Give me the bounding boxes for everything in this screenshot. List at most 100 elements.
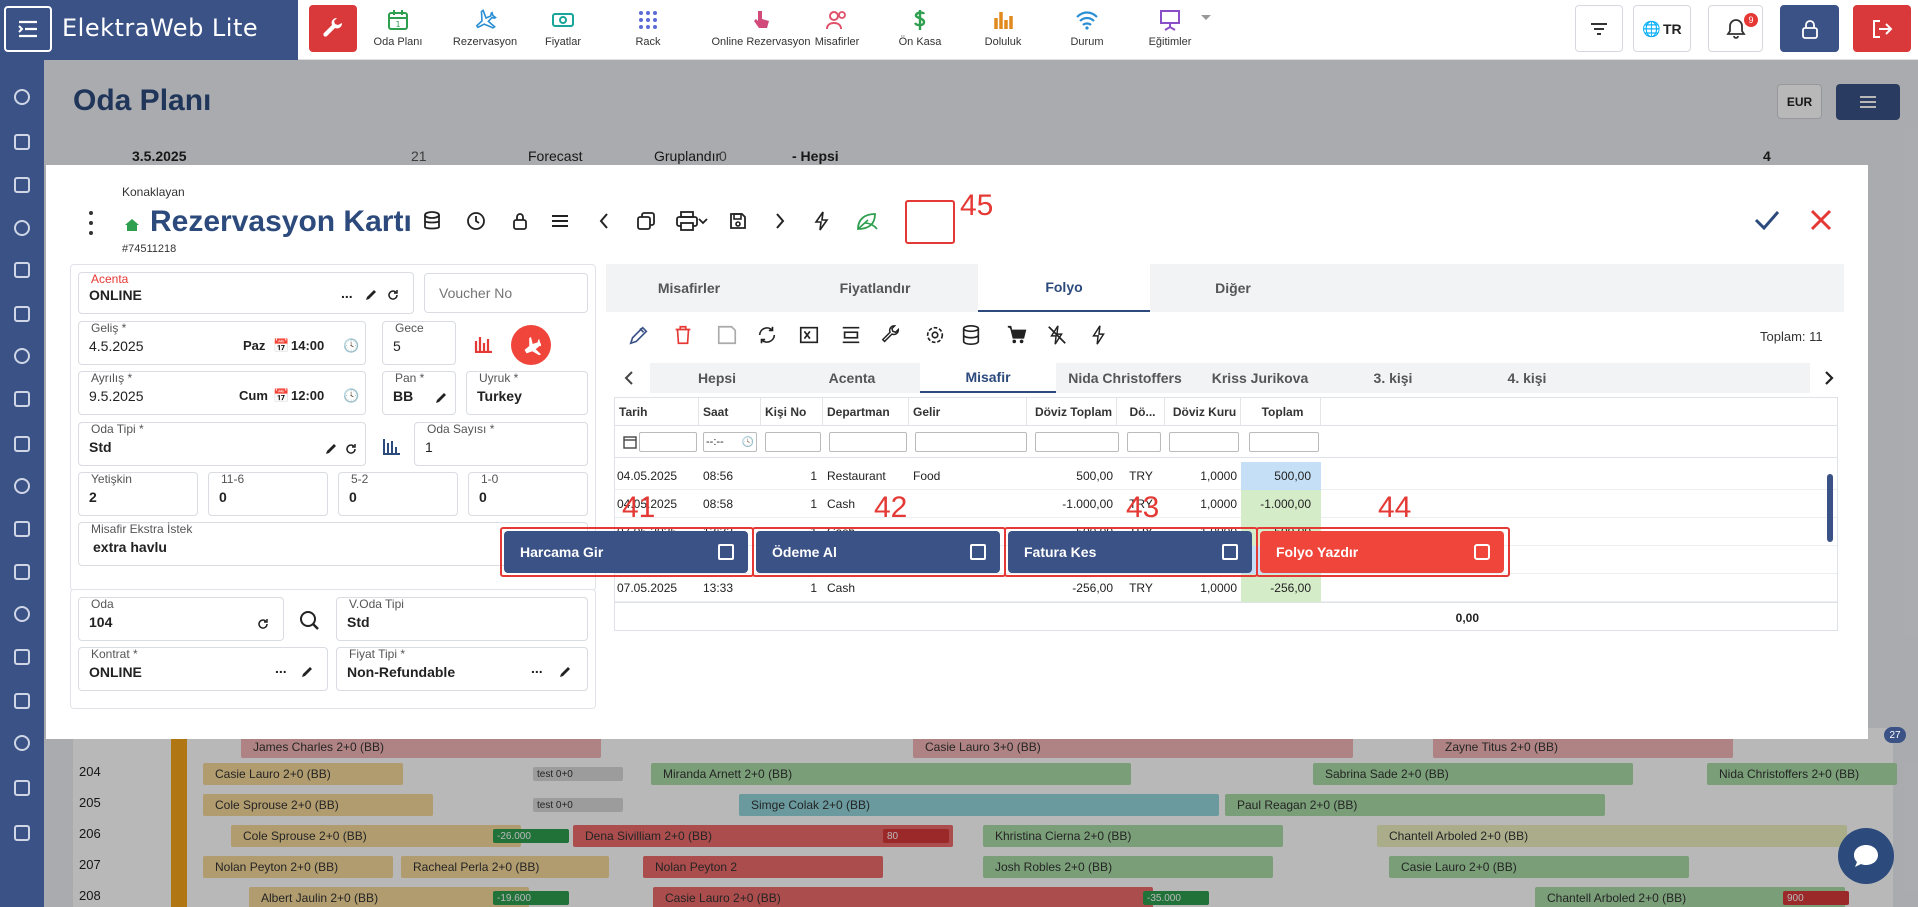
child-5-2-field[interactable]: 5-2 0 <box>338 472 458 516</box>
nights-field[interactable]: Gece 5 <box>382 321 456 365</box>
person-tab-3[interactable]: Nida Christoffers <box>1056 363 1194 393</box>
more-options-button[interactable] <box>86 211 96 235</box>
calendar-icon[interactable]: 📅 <box>273 338 289 354</box>
rate-type-field[interactable]: Fiyat Tipi * Non-Refundable ... <box>336 647 588 691</box>
room-type-field[interactable]: Oda Tipi * Std <box>78 422 366 466</box>
tab-0[interactable]: Misafirler <box>606 264 772 312</box>
print-menu-button[interactable] <box>672 205 712 237</box>
nav-bar-chart[interactable]: Doluluk <box>978 4 1028 58</box>
folio-no-lightning-button[interactable] <box>1044 322 1070 348</box>
folio-save-button[interactable] <box>714 322 740 348</box>
grid-header-5[interactable]: Döviz Toplam <box>1027 398 1117 426</box>
folio-trash-button[interactable] <box>670 322 696 348</box>
filter-lines-button[interactable] <box>1575 5 1623 52</box>
sidebar-item-6[interactable] <box>10 302 34 326</box>
action-button-2[interactable]: Fatura Kes <box>1008 531 1252 573</box>
grid-scrollbar[interactable] <box>1827 474 1833 542</box>
contract-field[interactable]: Kontrat * ONLINE ... <box>78 647 328 691</box>
grid-filter-input-2[interactable] <box>765 432 821 452</box>
folio-wrench-button[interactable] <box>878 322 904 348</box>
table-row[interactable]: 04.05.2025 08:58 1 Cash -1.000,00 TRY 1,… <box>615 490 1837 518</box>
person-tab-5[interactable]: 3. kişi <box>1326 363 1460 393</box>
clock-icon[interactable]: 🕓 <box>343 388 359 404</box>
grid-header-3[interactable]: Departman <box>823 398 909 426</box>
sidebar-item-8[interactable] <box>10 387 34 411</box>
sidebar-item-15[interactable] <box>10 689 34 713</box>
tab-1[interactable]: Fiyatlandır <box>772 264 978 312</box>
refresh-icon[interactable] <box>387 289 399 301</box>
agency-field[interactable]: Acenta ONLINE ... <box>78 272 414 314</box>
nav-dollar[interactable]: Ön Kasa <box>895 4 945 58</box>
person-tabs-next-button[interactable] <box>1814 363 1844 393</box>
nav-grid-dots[interactable]: Rack <box>628 4 668 58</box>
nav-users[interactable]: Misafirler <box>805 4 869 58</box>
room-field[interactable]: Oda 104 <box>78 597 284 641</box>
virtual-room-type-field[interactable]: V.Oda Tipi Std <box>336 597 588 641</box>
availability-chart-icon[interactable] <box>382 435 402 455</box>
sidebar-item-3[interactable] <box>10 173 34 197</box>
folio-edit-button[interactable] <box>626 322 652 348</box>
sidebar-item-17[interactable] <box>10 776 34 800</box>
confirm-button[interactable] <box>1752 205 1782 235</box>
chat-button[interactable] <box>1838 828 1894 884</box>
history-button[interactable] <box>460 205 492 237</box>
time-filter-input[interactable]: --:-- 🕓 <box>703 432 757 452</box>
departure-field[interactable]: Ayrılış * 9.5.2025 Cum 📅 12:00 🕓 <box>78 371 366 415</box>
lock-button[interactable] <box>504 205 536 237</box>
sidebar-item-1[interactable] <box>10 85 34 109</box>
sidebar-item-12[interactable] <box>10 560 34 584</box>
sidebar-item-9[interactable] <box>10 432 34 456</box>
table-row[interactable]: 07.05.2025 13:33 1 Cash -256,00 TRY 1,00… <box>615 574 1837 602</box>
grid-header-7[interactable]: Döviz Kuru <box>1165 398 1241 426</box>
sidebar-item-16[interactable] <box>10 731 34 755</box>
room-count-field[interactable]: Oda Sayısı * 1 <box>414 422 588 466</box>
pencil-icon[interactable] <box>365 289 377 301</box>
folio-lightning-button[interactable] <box>1086 322 1112 348</box>
sidebar-item-11[interactable] <box>10 517 34 541</box>
clock-icon[interactable]: 🕓 <box>343 338 359 354</box>
notifications-button[interactable]: 9 <box>1708 5 1763 52</box>
refresh-icon[interactable] <box>345 443 357 455</box>
agency-more-button[interactable]: ... <box>341 285 353 301</box>
grid-filter-input-6[interactable] <box>1127 432 1161 452</box>
search-room-icon[interactable] <box>298 609 320 631</box>
person-tab-1[interactable]: Acenta <box>784 363 920 393</box>
lock-screen-button[interactable] <box>1780 5 1839 52</box>
person-tab-0[interactable]: Hepsi <box>650 363 784 393</box>
grid-header-1[interactable]: Saat <box>699 398 761 426</box>
action-button-3[interactable]: Folyo Yazdır <box>1260 531 1504 573</box>
folio-cart-button[interactable] <box>1004 322 1030 348</box>
grid-filter-input-0[interactable] <box>639 432 697 452</box>
nav-hand-pointer[interactable]: Online Rezervasyon <box>711 4 811 58</box>
person-tab-4[interactable]: Kriss Jurikova <box>1194 363 1326 393</box>
sidebar-item-14[interactable] <box>10 645 34 669</box>
person-tab-6[interactable]: 4. kişi <box>1460 363 1594 393</box>
flight-button[interactable] <box>511 325 551 365</box>
nav-calendar[interactable]: 1 Oda Planı <box>373 4 423 58</box>
rate-more-button[interactable]: ... <box>531 660 543 676</box>
board-field[interactable]: Pan * BB <box>382 371 456 415</box>
grid-filter-input-7[interactable] <box>1169 432 1239 452</box>
quick-action-button[interactable] <box>806 205 838 237</box>
sidebar-item-7[interactable] <box>10 344 34 368</box>
logout-button[interactable] <box>1853 5 1911 52</box>
folio-excel-button[interactable] <box>796 322 822 348</box>
nav-money[interactable]: Fiyatlar <box>538 4 588 58</box>
grid-header-6[interactable]: Dö... <box>1117 398 1165 426</box>
nationality-field[interactable]: Uyruk * Turkey <box>466 371 588 415</box>
green-leaf-button[interactable] <box>852 205 884 237</box>
pencil-icon[interactable] <box>325 443 337 455</box>
contract-more-button[interactable]: ... <box>275 660 287 676</box>
tools-button[interactable] <box>309 5 357 52</box>
pencil-icon[interactable] <box>301 666 313 678</box>
grid-header-4[interactable]: Gelir <box>909 398 1027 426</box>
tab-2[interactable]: Folyo <box>978 264 1150 312</box>
person-tabs-prev-button[interactable] <box>614 363 644 393</box>
folio-sync-button[interactable] <box>754 322 780 348</box>
tab-3[interactable]: Diğer <box>1150 264 1316 312</box>
table-row[interactable]: 04.05.2025 08:56 1 Restaurant Food 500,0… <box>615 462 1837 490</box>
menu-toggle-button[interactable] <box>4 6 52 52</box>
sidebar-item-5[interactable] <box>10 258 34 282</box>
nav-presentation[interactable]: Eğitimler <box>1142 4 1198 58</box>
grid-header-8[interactable]: Toplam <box>1241 398 1321 426</box>
